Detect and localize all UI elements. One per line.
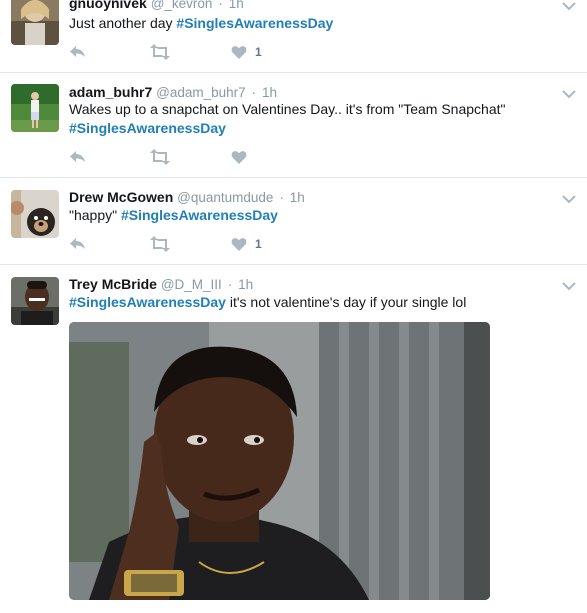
retweet-icon [150, 44, 170, 60]
reply-button[interactable] [69, 147, 87, 167]
text-segment: "happy" [69, 207, 121, 223]
timestamp[interactable]: 1h [238, 277, 253, 292]
timestamp[interactable]: 1h [229, 0, 244, 11]
retweet-button[interactable] [149, 234, 171, 254]
avatar-photo [11, 277, 59, 325]
heart-icon [231, 45, 247, 59]
like-button[interactable]: 1 [231, 234, 262, 254]
separator: · [227, 277, 233, 292]
reply-button[interactable] [69, 234, 87, 254]
text-segment: it's not valentine's day if your single … [225, 294, 467, 310]
user-handle[interactable]: @D_M_III [161, 277, 222, 292]
like-count: 1 [255, 45, 262, 59]
tweet-actions: 1 [69, 42, 369, 62]
tweet-feed: gnuoynivek @_kevron · 1h Just another da… [0, 0, 587, 613]
chevron-down-icon [562, 282, 576, 291]
text-segment: Just another day [69, 15, 177, 31]
avatar-photo [11, 0, 59, 45]
chevron-down-icon [562, 195, 576, 204]
user-handle[interactable]: @_kevron [151, 0, 213, 11]
chevron-down-icon [562, 2, 576, 11]
meme-photo [69, 322, 490, 600]
user-handle[interactable]: @quantumdude [177, 190, 273, 205]
separator: · [218, 0, 223, 11]
like-button[interactable] [231, 147, 255, 167]
like-button[interactable]: 1 [231, 42, 262, 62]
tweet-actions: 1 [69, 234, 369, 254]
hashtag-link[interactable]: #SinglesAwarenessDay [176, 15, 333, 31]
hashtag-link[interactable]: #SinglesAwarenessDay [121, 207, 278, 223]
tweet[interactable]: gnuoynivek @_kevron · 1h Just another da… [0, 0, 587, 73]
separator: · [251, 85, 257, 100]
retweet-icon [150, 149, 170, 165]
display-name[interactable]: Trey McBride [69, 276, 157, 292]
reply-icon [70, 238, 85, 249]
avatar-photo [11, 190, 59, 238]
tweet-media-photo[interactable] [69, 322, 490, 600]
text-segment: Wakes up to a snapchat on Valentines Day… [69, 101, 506, 117]
hashtag-link[interactable]: #SinglesAwarenessDay [69, 120, 226, 136]
retweet-button[interactable] [149, 42, 171, 62]
like-count: 1 [255, 237, 262, 251]
more-options-button[interactable] [562, 0, 576, 11]
chevron-down-icon [562, 90, 576, 99]
reply-icon [70, 46, 85, 57]
user-handle[interactable]: @adam_buhr7 [156, 85, 246, 100]
display-name[interactable]: gnuoynivek [69, 0, 147, 11]
timestamp[interactable]: 1h [262, 85, 277, 100]
more-options-button[interactable] [562, 86, 576, 99]
avatar[interactable] [11, 0, 59, 45]
avatar[interactable] [11, 84, 59, 132]
timestamp[interactable]: 1h [290, 190, 305, 205]
hashtag-link[interactable]: #SinglesAwarenessDay [69, 294, 226, 310]
display-name[interactable]: adam_buhr7 [69, 84, 152, 100]
separator: · [279, 190, 284, 205]
retweet-button[interactable] [149, 147, 171, 167]
heart-icon [231, 150, 247, 164]
tweet-text: "happy" #SinglesAwarenessDay [69, 206, 569, 225]
more-options-button[interactable] [562, 191, 576, 204]
tweet-text: Wakes up to a snapchat on Valentines Day… [69, 100, 569, 138]
tweet-text: #SinglesAwarenessDay it's not valentine'… [69, 293, 569, 312]
retweet-icon [150, 236, 170, 252]
display-name[interactable]: Drew McGowen [69, 189, 173, 205]
tweet-text: Just another day #SinglesAwarenessDay [69, 14, 569, 33]
reply-icon [70, 151, 85, 162]
tweet-actions [69, 147, 369, 167]
heart-icon [231, 237, 247, 251]
avatar[interactable] [11, 190, 59, 238]
reply-button[interactable] [69, 42, 87, 62]
more-options-button[interactable] [562, 278, 576, 291]
tweet[interactable]: Drew McGowen @quantumdude · 1h "happy" #… [0, 178, 587, 265]
tweet[interactable]: adam_buhr7 @adam_buhr7 · 1h Wakes up to … [0, 73, 587, 178]
avatar-photo [11, 84, 59, 132]
avatar[interactable] [11, 277, 59, 325]
